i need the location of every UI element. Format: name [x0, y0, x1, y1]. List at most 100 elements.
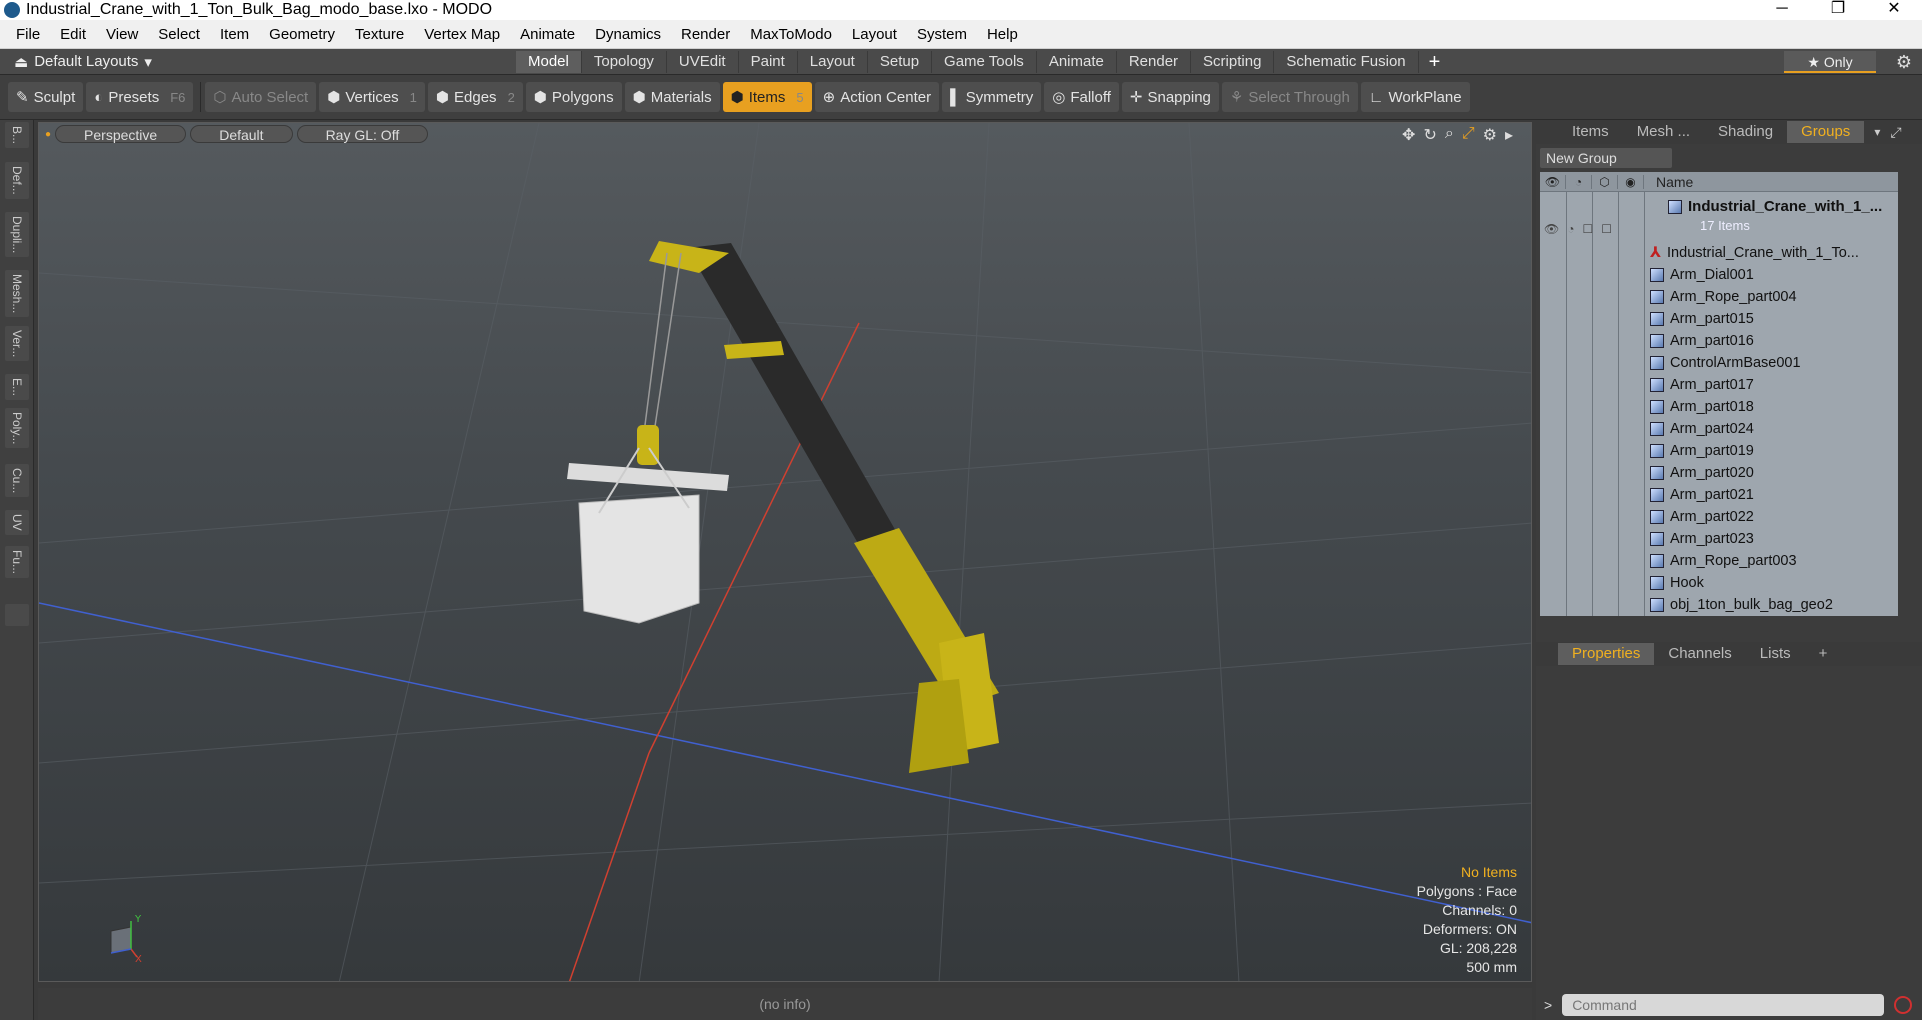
tab-topology[interactable]: Topology	[582, 51, 667, 73]
menu-view[interactable]: View	[96, 26, 148, 43]
menu-layout[interactable]: Layout	[842, 26, 907, 43]
tab-game-tools[interactable]: Game Tools	[932, 51, 1037, 73]
tab-model[interactable]: Model	[516, 51, 582, 73]
list-item[interactable]: ControlArmBase001	[1650, 352, 1801, 374]
tab-setup[interactable]: Setup	[868, 51, 933, 73]
fit-icon[interactable]: ⤢	[1462, 125, 1475, 145]
tab-lists[interactable]: Lists	[1746, 643, 1805, 665]
tab-animate[interactable]: Animate	[1037, 51, 1117, 73]
add-tab-button[interactable]: +	[1419, 51, 1451, 73]
maximize-button[interactable]: ❐	[1810, 0, 1866, 20]
auto-select-button[interactable]: ⬡ Auto Select	[205, 82, 317, 112]
menu-file[interactable]: File	[6, 26, 50, 43]
menu-vertex-map[interactable]: Vertex Map	[414, 26, 510, 43]
new-group-button[interactable]: New Group	[1540, 148, 1672, 168]
record-icon[interactable]	[1894, 996, 1913, 1014]
menu-help[interactable]: Help	[977, 26, 1028, 43]
root-eye-icon[interactable]: 👁	[1544, 222, 1559, 236]
panel-expand-icon[interactable]: ⤢	[1890, 124, 1901, 141]
left-tab-uv[interactable]: UV	[5, 510, 29, 535]
gear-icon[interactable]: ⚙	[1896, 51, 1912, 73]
list-item[interactable]: Arm_part019	[1650, 440, 1754, 462]
tab-schematic-fusion[interactable]: Schematic Fusion	[1274, 51, 1419, 73]
tab-layout[interactable]: Layout	[798, 51, 868, 73]
left-tab-collapse[interactable]	[5, 604, 29, 626]
edges-button[interactable]: ⬢ Edges 2	[427, 82, 523, 112]
tab-render[interactable]: Render	[1117, 51, 1192, 73]
menu-select[interactable]: Select	[148, 26, 210, 43]
list-item[interactable]: Arm_part016	[1650, 330, 1754, 352]
left-tab-deformers[interactable]: Def...	[5, 162, 29, 199]
root-render-icon[interactable]: ◔	[1567, 222, 1574, 236]
left-tab-b[interactable]: B...	[5, 122, 29, 149]
tab-channels[interactable]: Channels	[1654, 643, 1745, 665]
command-input[interactable]: Command	[1562, 994, 1885, 1016]
pan-icon[interactable]: ✥	[1402, 125, 1415, 145]
rotate-icon[interactable]: ↻	[1423, 125, 1436, 145]
tabs-chevron-down-icon[interactable]: ▾	[1864, 125, 1890, 139]
sculpt-button[interactable]: ✎ Sculpt	[8, 82, 84, 112]
viewport-gear-icon[interactable]: ⚙	[1483, 125, 1497, 145]
list-item[interactable]: Arm_part017	[1650, 374, 1754, 396]
materials-button[interactable]: ⬢ Materials	[624, 82, 720, 112]
list-item[interactable]: obj_1ton_bulk_bag_geo2	[1650, 594, 1833, 616]
select-icon[interactable]: ◉	[1618, 174, 1644, 189]
raygl-button[interactable]: Ray GL: Off	[296, 125, 429, 143]
list-item[interactable]: Arm_part015	[1650, 308, 1754, 330]
tab-groups[interactable]: Groups	[1787, 121, 1865, 143]
tab-mesh[interactable]: Mesh ...	[1623, 121, 1704, 143]
presets-button[interactable]: ◐ Presets F6	[86, 82, 194, 112]
viewport-expand-icon[interactable]: ▸	[1505, 125, 1513, 145]
items-button[interactable]: ⬢ Items 5	[722, 82, 812, 112]
only-button[interactable]: ★ Only	[1784, 51, 1876, 73]
list-item[interactable]: Arm_part020	[1650, 462, 1754, 484]
menu-system[interactable]: System	[907, 26, 977, 43]
root-select-icon[interactable]: ☐	[1601, 222, 1612, 236]
snapping-button[interactable]: ✛ Snapping	[1121, 82, 1219, 112]
list-item[interactable]: Arm_part021	[1650, 484, 1754, 506]
left-tab-vertex[interactable]: Ver...	[5, 326, 29, 362]
list-item[interactable]: Arm_part023	[1650, 528, 1754, 550]
left-tab-mesh[interactable]: Mesh...	[5, 270, 29, 318]
list-item[interactable]: Arm_part024	[1650, 418, 1754, 440]
symmetry-button[interactable]: ▌ Symmetry	[942, 82, 1042, 112]
left-tab-fusion[interactable]: Fu...	[5, 546, 29, 579]
list-item[interactable]: Arm_part022	[1650, 506, 1754, 528]
select-through-button[interactable]: ⚘ Select Through	[1221, 82, 1358, 112]
menu-animate[interactable]: Animate	[510, 26, 585, 43]
tab-uvedit[interactable]: UVEdit	[667, 51, 739, 73]
root-lock-icon[interactable]: ☐	[1582, 222, 1593, 236]
menu-maxtomodo[interactable]: MaxToModo	[740, 26, 842, 43]
left-tab-edge[interactable]: E...	[5, 374, 29, 401]
tab-scripting[interactable]: Scripting	[1191, 51, 1275, 73]
tab-items[interactable]: Items	[1558, 121, 1623, 143]
menu-edit[interactable]: Edit	[50, 26, 96, 43]
tab-properties[interactable]: Properties	[1558, 643, 1655, 665]
render-icon[interactable]: ◔	[1566, 174, 1592, 189]
workplane-button[interactable]: ∟ WorkPlane	[1360, 82, 1470, 112]
list-item[interactable]: ⅄ Industrial_Crane_with_1_To...	[1650, 242, 1859, 264]
menu-render[interactable]: Render	[671, 26, 740, 43]
action-center-button[interactable]: ⊕ Action Center	[814, 82, 940, 112]
list-item[interactable]: Arm_Rope_part003	[1650, 550, 1797, 572]
lock-icon[interactable]: ⬡	[1592, 174, 1618, 189]
left-tab-duplicate[interactable]: Dupli...	[5, 212, 29, 258]
menu-texture[interactable]: Texture	[345, 26, 414, 43]
polygons-button[interactable]: ⬢ Polygons	[525, 82, 622, 112]
tab-paint[interactable]: Paint	[739, 51, 798, 73]
left-tab-polygon[interactable]: Poly...	[5, 408, 29, 449]
menu-geometry[interactable]: Geometry	[259, 26, 345, 43]
zoom-icon[interactable]: ⌕	[1445, 125, 1454, 145]
menu-item[interactable]: Item	[210, 26, 259, 43]
eye-icon[interactable]: 👁	[1540, 174, 1566, 189]
list-item[interactable]: Arm_part018	[1650, 396, 1754, 418]
menu-dynamics[interactable]: Dynamics	[585, 26, 671, 43]
shading-mode-button[interactable]: Default	[190, 125, 293, 143]
list-item[interactable]: Arm_Dial001	[1650, 264, 1754, 286]
3d-viewport[interactable]: ● Perspective Default Ray GL: Off ✥ ↻ ⌕ …	[38, 122, 1532, 982]
close-button[interactable]: ✕	[1866, 0, 1922, 20]
vertices-button[interactable]: ⬢ Vertices 1	[319, 82, 425, 112]
list-item[interactable]: Hook	[1650, 572, 1704, 594]
list-item[interactable]: Arm_Rope_part004	[1650, 286, 1797, 308]
tab-shading[interactable]: Shading	[1704, 121, 1787, 143]
